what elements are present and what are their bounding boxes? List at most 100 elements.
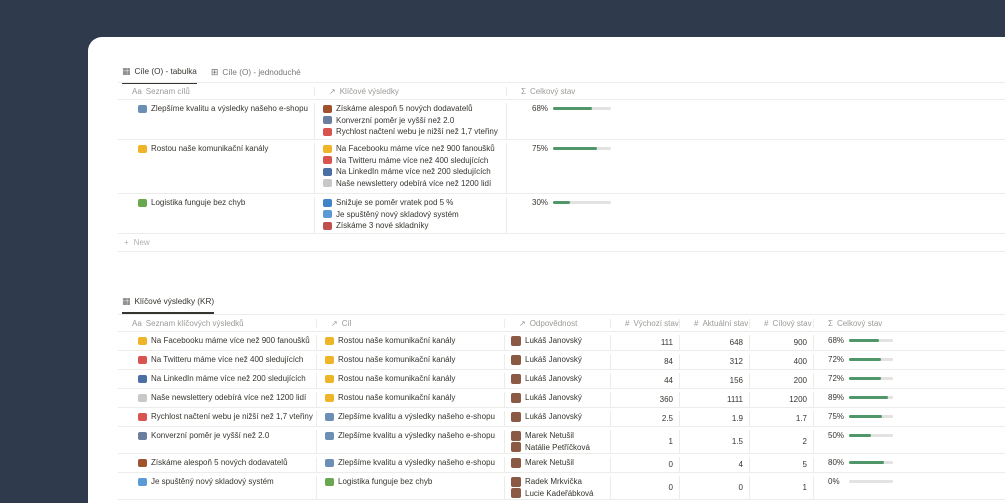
column-header-owner[interactable]: ↗ Odpovědnost xyxy=(505,318,611,328)
goal-cell[interactable]: Zlepšíme kvalitu a výsledky našeho e-sho… xyxy=(118,103,315,139)
key-results-cell[interactable]: Snižuje se poměr vratek pod 5 % Je spuště… xyxy=(315,197,507,233)
person-chip[interactable]: Lukáš Janovský xyxy=(511,392,604,404)
table-row[interactable]: Na Facebooku máme více než 900 fanoušků R… xyxy=(118,332,1005,351)
key-result-link[interactable]: Je spuštěný nový skladový systém xyxy=(323,209,500,221)
start-value-cell[interactable]: 2.5 xyxy=(611,411,680,426)
kr-cell[interactable]: Získáme alespoň 5 nových dodavatelů xyxy=(118,457,317,472)
goal-title[interactable]: Logistika funguje bez chyb xyxy=(138,197,308,209)
goal-link[interactable]: Rostou naše komunikační kanály xyxy=(325,335,498,347)
kr-title[interactable]: Na Twitteru máme více než 400 sledujícíc… xyxy=(138,354,310,366)
key-result-link[interactable]: Rychlost načtení webu je nižší než 1,7 v… xyxy=(323,126,500,138)
column-header-key-results[interactable]: ↗ Klíčové výsledky xyxy=(315,86,507,96)
column-header-status[interactable]: Σ Celkový stav xyxy=(507,87,1005,96)
target-value-cell[interactable]: 1.7 xyxy=(750,411,814,426)
kr-title[interactable]: Získáme alespoň 5 nových dodavatelů xyxy=(138,457,310,469)
table-row[interactable]: Na LinkedIn máme více než 200 sledujícíc… xyxy=(118,370,1005,389)
tab-key-results[interactable]: ▦ Klíčové výsledky (KR) xyxy=(122,296,215,314)
current-value-cell[interactable]: 4 xyxy=(680,457,750,472)
goal-cell[interactable]: Rostou naše komunikační kanály xyxy=(317,392,505,407)
goal-cell[interactable]: Logistika funguje bez chyb xyxy=(118,197,315,233)
goal-link[interactable]: Rostou naše komunikační kanály xyxy=(325,354,498,366)
table-row[interactable]: Konverzní poměr je vyšší než 2.0 Zlepšíme… xyxy=(118,427,1005,454)
key-result-link[interactable]: Naše newslettery odebírá více než 1200 l… xyxy=(323,178,500,190)
owner-cell[interactable]: Lukáš Janovský xyxy=(505,354,611,369)
new-row-button[interactable]: + New xyxy=(118,234,1005,252)
column-header-goal[interactable]: ↗ Cíl xyxy=(317,318,505,328)
key-results-cell[interactable]: Na Facebooku máme více než 900 fanoušků N… xyxy=(315,143,507,193)
kr-cell[interactable]: Rychlost načtení webu je nižší než 1,7 v… xyxy=(118,411,317,426)
table-row[interactable]: Je spuštěný nový skladový systém Logistik… xyxy=(118,473,1005,500)
goal-link[interactable]: Zlepšíme kvalitu a výsledky našeho e-sho… xyxy=(325,411,498,423)
goal-cell[interactable]: Rostou naše komunikační kanály xyxy=(317,354,505,369)
goal-link[interactable]: Zlepšíme kvalitu a výsledky našeho e-sho… xyxy=(325,457,498,469)
goal-link[interactable]: Rostou naše komunikační kanály xyxy=(325,373,498,385)
target-value-cell[interactable]: 400 xyxy=(750,354,814,369)
kr-cell[interactable]: Naše newslettery odebírá více než 1200 l… xyxy=(118,392,317,407)
kr-title[interactable]: Je spuštěný nový skladový systém xyxy=(138,476,310,488)
person-chip[interactable]: Lukáš Janovský xyxy=(511,373,604,385)
start-value-cell[interactable]: 360 xyxy=(611,392,680,407)
owner-cell[interactable]: Lukáš Janovský xyxy=(505,335,611,350)
column-header-goal-list[interactable]: Aa Seznam cílů xyxy=(118,86,315,96)
start-value-cell[interactable]: 111 xyxy=(611,335,680,350)
owner-cell[interactable]: Lukáš Janovský xyxy=(505,373,611,388)
owner-cell[interactable]: Radek Mrkvička Lucie Kadeřábková xyxy=(505,476,611,499)
key-result-link[interactable]: Na LinkedIn máme více než 200 sledujícíc… xyxy=(323,166,500,178)
kr-cell[interactable]: Je spuštěný nový skladový systém xyxy=(118,476,317,499)
target-value-cell[interactable]: 2 xyxy=(750,430,814,453)
person-chip[interactable]: Radek Mrkvička xyxy=(511,476,604,488)
goal-title[interactable]: Rostou naše komunikační kanály xyxy=(138,143,308,155)
person-chip[interactable]: Marek Netušil xyxy=(511,457,604,469)
person-chip[interactable]: Lukáš Janovský xyxy=(511,354,604,366)
column-header-start[interactable]: # Výchozí stav xyxy=(611,318,680,328)
column-header-total-status[interactable]: Σ Celkový stav xyxy=(814,319,1005,328)
start-value-cell[interactable]: 84 xyxy=(611,354,680,369)
kr-title[interactable]: Naše newslettery odebírá více než 1200 l… xyxy=(138,392,310,404)
kr-cell[interactable]: Na Twitteru máme více než 400 sledujícíc… xyxy=(118,354,317,369)
key-result-link[interactable]: Získáme 3 nové skladníky xyxy=(323,220,500,232)
target-value-cell[interactable]: 1 xyxy=(750,476,814,499)
goal-cell[interactable]: Logistika funguje bez chyb xyxy=(317,476,505,499)
current-value-cell[interactable]: 156 xyxy=(680,373,750,388)
kr-cell[interactable]: Na Facebooku máme více než 900 fanoušků xyxy=(118,335,317,350)
current-value-cell[interactable]: 1.9 xyxy=(680,411,750,426)
key-results-cell[interactable]: Získáme alespoň 5 nových dodavatelů Konve… xyxy=(315,103,507,139)
current-value-cell[interactable]: 1111 xyxy=(680,392,750,407)
current-value-cell[interactable]: 312 xyxy=(680,354,750,369)
target-value-cell[interactable]: 5 xyxy=(750,457,814,472)
current-value-cell[interactable]: 1.5 xyxy=(680,430,750,453)
person-chip[interactable]: Lukáš Janovský xyxy=(511,411,604,423)
start-value-cell[interactable]: 1 xyxy=(611,430,680,453)
goal-cell[interactable]: Rostou naše komunikační kanály xyxy=(317,335,505,350)
table-row[interactable]: Získáme alespoň 5 nových dodavatelů Zlepš… xyxy=(118,454,1005,473)
kr-title[interactable]: Na Facebooku máme více než 900 fanoušků xyxy=(138,335,310,347)
goal-link[interactable]: Rostou naše komunikační kanály xyxy=(325,392,498,404)
goal-cell[interactable]: Rostou naše komunikační kanály xyxy=(317,373,505,388)
table-row[interactable]: Zlepšíme kvalitu a výsledky našeho e-sho… xyxy=(118,100,1005,140)
start-value-cell[interactable]: 44 xyxy=(611,373,680,388)
current-value-cell[interactable]: 0 xyxy=(680,476,750,499)
goal-cell[interactable]: Rostou naše komunikační kanály xyxy=(118,143,315,193)
table-row[interactable]: Logistika funguje bez chyb Snižuje se pom… xyxy=(118,194,1005,234)
start-value-cell[interactable]: 0 xyxy=(611,476,680,499)
person-chip[interactable]: Lukáš Janovský xyxy=(511,335,604,347)
owner-cell[interactable]: Lukáš Janovský xyxy=(505,411,611,426)
key-result-link[interactable]: Na Facebooku máme více než 900 fanoušků xyxy=(323,143,500,155)
person-chip[interactable]: Lucie Kadeřábková xyxy=(511,488,604,500)
table-row[interactable]: Rychlost načtení webu je nižší než 1,7 v… xyxy=(118,408,1005,427)
table-row[interactable]: Na Twitteru máme více než 400 sledujícíc… xyxy=(118,351,1005,370)
kr-title[interactable]: Konverzní poměr je vyšší než 2.0 xyxy=(138,430,310,442)
owner-cell[interactable]: Lukáš Janovský xyxy=(505,392,611,407)
table-row[interactable]: Rostou naše komunikační kanály Na Faceboo… xyxy=(118,140,1005,194)
owner-cell[interactable]: Marek Netušil xyxy=(505,457,611,472)
key-result-link[interactable]: Konverzní poměr je vyšší než 2.0 xyxy=(323,115,500,127)
column-header-kr-list[interactable]: Aa Seznam klíčových výsledků xyxy=(118,318,317,328)
target-value-cell[interactable]: 1200 xyxy=(750,392,814,407)
goal-cell[interactable]: Zlepšíme kvalitu a výsledky našeho e-sho… xyxy=(317,457,505,472)
goal-title[interactable]: Zlepšíme kvalitu a výsledky našeho e-sho… xyxy=(138,103,308,115)
key-result-link[interactable]: Na Twitteru máme více než 400 sledujícíc… xyxy=(323,155,500,167)
kr-title[interactable]: Na LinkedIn máme více než 200 sledujícíc… xyxy=(138,373,310,385)
owner-cell[interactable]: Marek Netušil Natálie Petříčková xyxy=(505,430,611,453)
goal-link[interactable]: Zlepšíme kvalitu a výsledky našeho e-sho… xyxy=(325,430,498,442)
goal-cell[interactable]: Zlepšíme kvalitu a výsledky našeho e-sho… xyxy=(317,430,505,453)
